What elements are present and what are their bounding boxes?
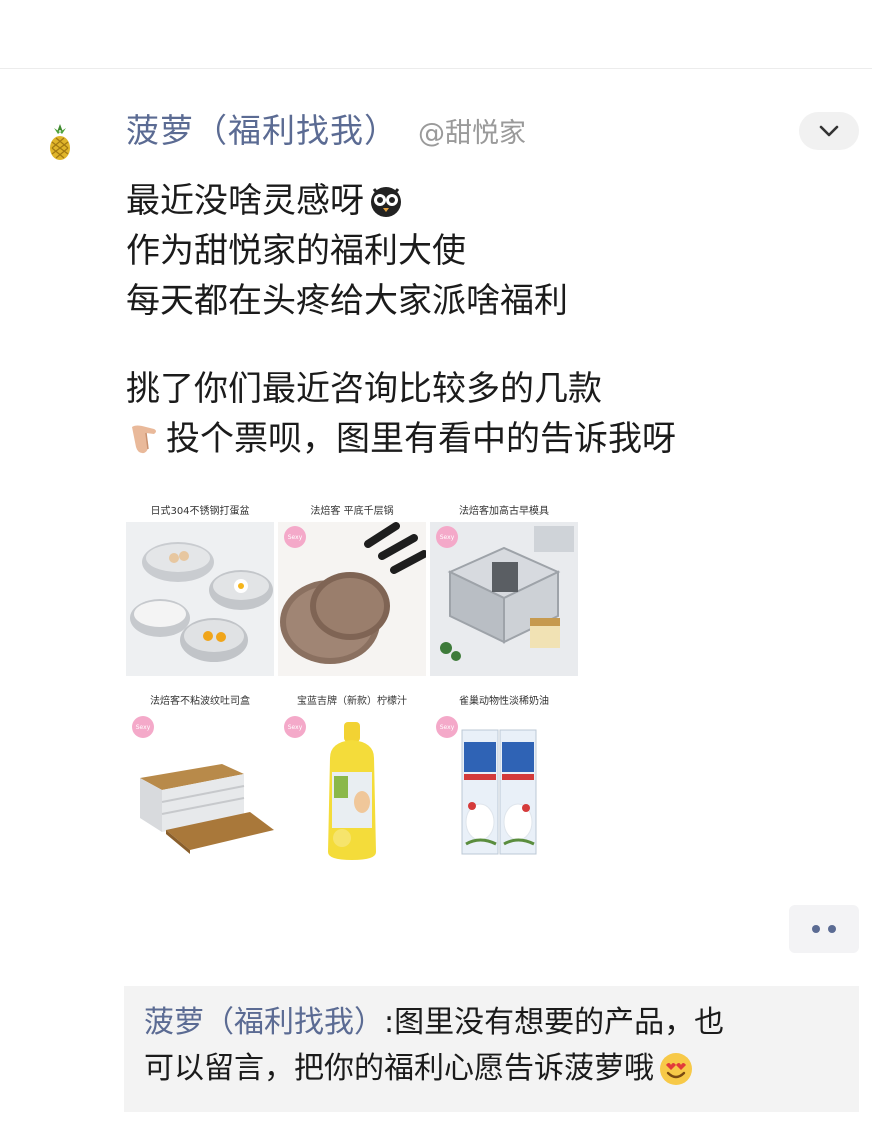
post-line-text: 挑了你们最近咨询比较多的几款 (126, 369, 602, 409)
product-title: 雀巢动物性淡稀奶油 (459, 696, 549, 707)
pineapple-avatar-icon[interactable] (44, 122, 76, 162)
post-header: 菠萝（福利找我） @甜悦家 (126, 104, 526, 152)
product-badge: Sexy (132, 716, 154, 738)
more-options-button[interactable] (799, 112, 859, 150)
product-badge: Sexy (284, 716, 306, 738)
post-line: 每天都在头疼给大家派啥福利 (126, 276, 826, 326)
owl-face-icon (371, 187, 401, 217)
product-card[interactable]: 雀巢动物性淡稀奶油 Sexy (430, 686, 578, 872)
product-title: 法焙客加高古早模具 (459, 506, 549, 517)
product-card[interactable]: 法焙客 平底千层锅 Sexy (278, 496, 426, 682)
post-line: 作为甜悦家的福利大使 (126, 226, 826, 276)
action-menu-button[interactable] (789, 905, 859, 953)
post-line: 挑了你们最近咨询比较多的几款 (126, 364, 826, 414)
product-image-grid: 日式304不锈钢打蛋盆 法焙客 平底千层锅 Sexy 法焙客加高古早模具 Sex… (126, 496, 578, 872)
comment-separator: : (384, 1005, 395, 1040)
post-line: 投个票呗，图里有看中的告诉我呀 (126, 414, 826, 464)
product-title: 法焙客不粘波纹吐司盒 (150, 696, 250, 707)
post-line-text: 作为甜悦家的福利大使 (126, 231, 466, 271)
product-card[interactable]: 宝蓝吉牌（新款）柠檬汁 Sexy (278, 686, 426, 872)
product-title: 日式304不锈钢打蛋盆 (150, 506, 250, 517)
heart-eyes-smile-icon (660, 1053, 692, 1085)
stainless-bowls-image (126, 522, 274, 676)
more-dots-icon (828, 925, 836, 933)
product-title: 法焙客 平底千层锅 (310, 506, 394, 517)
chevron-down-icon (819, 125, 839, 137)
product-badge: Sexy (284, 526, 306, 548)
comment-text: 可以留言，把你的福利心愿告诉菠萝哦 (144, 1051, 654, 1086)
comment-author[interactable]: 菠萝（福利找我） (144, 1000, 384, 1046)
post-line-text: 最近没啥灵感呀 (126, 181, 364, 221)
product-badge: Sexy (436, 526, 458, 548)
comment-box: 菠萝（福利找我） : 图里没有想要的产品，也 可以留言，把你的福利心愿告诉菠萝哦 (124, 986, 859, 1112)
product-title: 宝蓝吉牌（新款）柠檬汁 (297, 696, 407, 707)
pointing-hand-icon (132, 425, 156, 454)
product-card[interactable]: 法焙客不粘波纹吐司盒 Sexy (126, 686, 274, 872)
post-body: 最近没啥灵感呀 作为甜悦家的福利大使 每天都在头疼给大家派啥福利 挑了你们最近咨… (126, 176, 826, 464)
comment-line: 可以留言，把你的福利心愿告诉菠萝哦 (144, 1046, 839, 1092)
product-card[interactable]: 法焙客加高古早模具 Sexy (430, 496, 578, 682)
product-card[interactable]: 日式304不锈钢打蛋盆 (126, 496, 274, 682)
more-dots-icon (812, 925, 820, 933)
author-handle[interactable]: @甜悦家 (418, 111, 526, 150)
product-badge: Sexy (436, 716, 458, 738)
post-line: 最近没啥灵感呀 (126, 176, 826, 226)
post-line-text: 每天都在头疼给大家派啥福利 (126, 281, 568, 321)
comment-text: 图里没有想要的产品，也 (394, 1005, 725, 1040)
post-line-text: 投个票呗，图里有看中的告诉我呀 (166, 419, 676, 459)
author-name[interactable]: 菠萝（福利找我） (126, 104, 398, 152)
top-divider (0, 68, 872, 69)
comment-line: 菠萝（福利找我） : 图里没有想要的产品，也 (144, 1000, 839, 1046)
